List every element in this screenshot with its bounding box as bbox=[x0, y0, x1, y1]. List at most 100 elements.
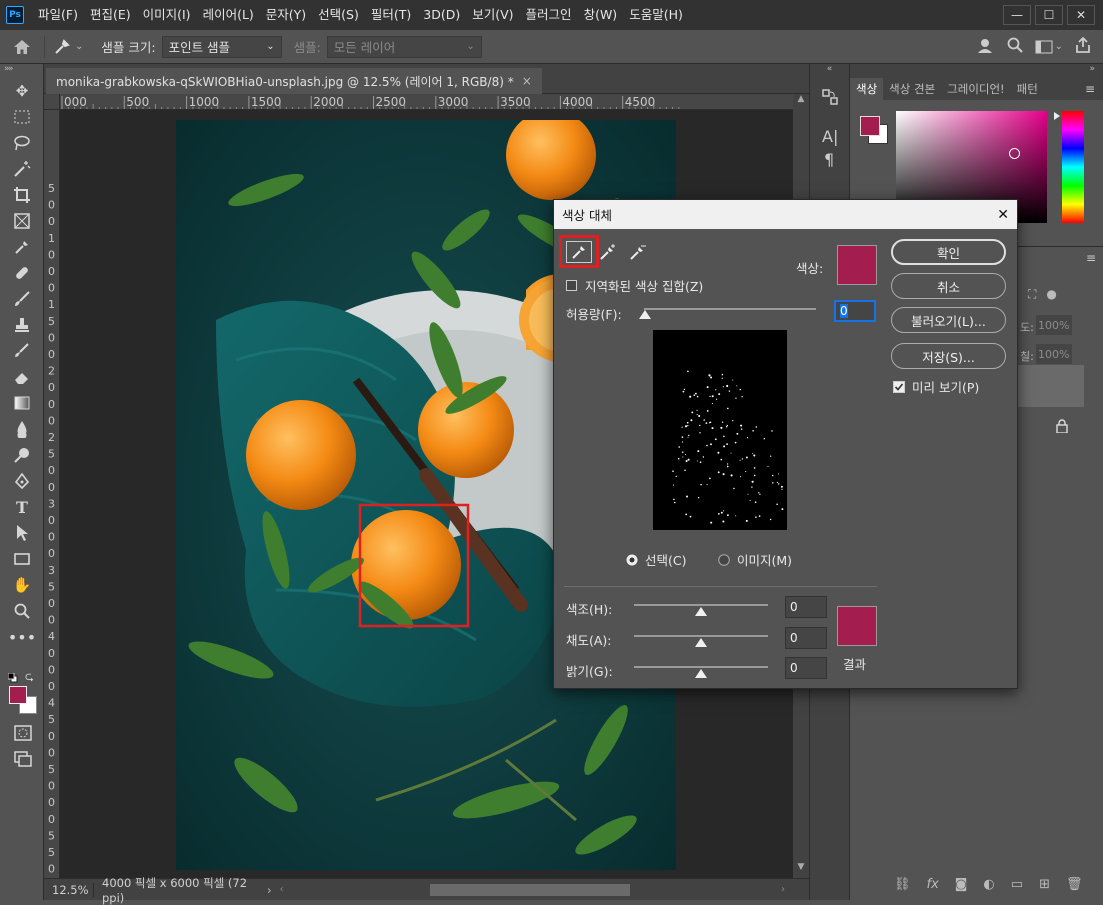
preview-checkbox[interactable]: 미리 보기(P) bbox=[893, 377, 979, 396]
scroll-up-icon[interactable]: ▲ bbox=[793, 94, 809, 110]
crop-tool-icon[interactable] bbox=[0, 182, 44, 208]
type-tool-icon[interactable]: T bbox=[0, 494, 44, 520]
rectangle-tool-icon[interactable] bbox=[0, 546, 44, 572]
menu-file[interactable]: 파일(F) bbox=[32, 0, 84, 30]
result-color-swatch[interactable] bbox=[837, 606, 877, 646]
eyedropper-minus-button[interactable] bbox=[629, 243, 649, 264]
menu-filter[interactable]: 필터(T) bbox=[365, 0, 417, 30]
hand-tool-icon[interactable]: ✋ bbox=[0, 572, 44, 598]
layer-filter-icons[interactable]: ⛶ ● bbox=[1028, 287, 1057, 302]
sample-color-swatch[interactable] bbox=[837, 245, 877, 285]
menu-type[interactable]: 문자(Y) bbox=[260, 0, 312, 30]
more-tools-icon[interactable]: ••• bbox=[0, 624, 44, 650]
paragraph-panel-icon[interactable]: ¶ bbox=[824, 150, 849, 169]
fuzziness-slider-thumb[interactable] bbox=[639, 310, 651, 319]
lasso-tool-icon[interactable] bbox=[0, 130, 44, 156]
scroll-down-icon[interactable]: ▼ bbox=[793, 862, 809, 878]
share-icon[interactable] bbox=[1075, 36, 1091, 56]
history-panel-icon[interactable] bbox=[821, 88, 849, 109]
close-tab-icon[interactable]: × bbox=[522, 74, 532, 88]
tab-patterns[interactable]: 패턴 bbox=[1011, 78, 1044, 100]
menu-help[interactable]: 도움말(H) bbox=[623, 0, 689, 30]
collapse-panel-icon[interactable]: » bbox=[850, 64, 1103, 78]
user-icon[interactable] bbox=[977, 36, 995, 57]
scroll-right-icon[interactable]: › bbox=[781, 884, 809, 895]
foreground-color-swatch[interactable] bbox=[9, 686, 27, 704]
hue-strip[interactable] bbox=[1062, 111, 1084, 223]
cancel-button[interactable]: 취소 bbox=[891, 273, 1006, 299]
hue-slider-track[interactable] bbox=[634, 604, 768, 606]
dialog-title-bar[interactable]: 색상 대체 ✕ bbox=[554, 200, 1017, 229]
home-icon[interactable] bbox=[0, 39, 44, 55]
fuzziness-input[interactable]: 0 bbox=[834, 300, 876, 322]
eyedropper-plus-button[interactable] bbox=[599, 243, 619, 264]
collapse-panel-icon[interactable]: » bbox=[4, 64, 10, 74]
move-tool-icon[interactable]: ✥ bbox=[0, 78, 44, 104]
layer-opacity-field[interactable]: 100% bbox=[1036, 315, 1072, 335]
localized-clusters-checkbox[interactable]: 지역화된 색상 집합(Z) bbox=[566, 276, 703, 295]
delete-layer-icon[interactable]: 🗑 bbox=[1066, 877, 1083, 892]
frame-tool-icon[interactable] bbox=[0, 208, 44, 234]
menu-3d[interactable]: 3D(D) bbox=[417, 0, 466, 30]
ok-button[interactable]: 확인 bbox=[891, 239, 1006, 265]
workspace-icon[interactable]: ⌄ bbox=[1035, 40, 1063, 54]
default-colors-icon[interactable] bbox=[7, 672, 18, 683]
saturation-slider-track[interactable] bbox=[634, 635, 768, 637]
color-picker-fg-swatch[interactable] bbox=[860, 116, 880, 136]
path-selection-tool-icon[interactable] bbox=[0, 520, 44, 546]
eyedropper-button[interactable] bbox=[559, 235, 599, 268]
dialog-close-icon[interactable]: ✕ bbox=[997, 207, 1009, 223]
layer-mask-icon[interactable]: ◙ bbox=[955, 877, 968, 892]
scroll-left-icon[interactable]: ‹ bbox=[280, 884, 284, 895]
maximize-button[interactable]: ☐ bbox=[1035, 5, 1063, 25]
hue-slider-thumb[interactable] bbox=[1054, 112, 1060, 120]
menu-select[interactable]: 선택(S) bbox=[312, 0, 365, 30]
tab-color[interactable]: 색상 bbox=[850, 78, 884, 100]
sample-size-select[interactable]: 포인트 샘플 ⌄ bbox=[161, 35, 282, 58]
horizontal-scrollbar[interactable] bbox=[290, 883, 775, 896]
zoom-level[interactable]: 12.5% bbox=[44, 882, 94, 897]
eraser-tool-icon[interactable] bbox=[0, 364, 44, 390]
saturation-input[interactable]: 0 bbox=[785, 627, 827, 649]
character-panel-icon[interactable]: A| bbox=[822, 127, 849, 146]
radio-image[interactable]: 이미지(M) bbox=[718, 550, 792, 569]
menu-edit[interactable]: 편집(E) bbox=[84, 0, 137, 30]
collapse-panel-icon[interactable]: « bbox=[810, 64, 849, 78]
fuzziness-slider-track[interactable] bbox=[644, 308, 816, 310]
zoom-tool-icon[interactable] bbox=[0, 598, 44, 624]
pen-tool-icon[interactable] bbox=[0, 468, 44, 494]
eyedropper-tool-icon[interactable] bbox=[0, 234, 44, 260]
swap-colors-icon[interactable]: ⮎ bbox=[25, 668, 34, 687]
lightness-input[interactable]: 0 bbox=[785, 657, 827, 679]
horizontal-scroll-thumb[interactable] bbox=[429, 883, 630, 896]
menu-view[interactable]: 보기(V) bbox=[466, 0, 519, 30]
adjustment-layer-icon[interactable]: ◐ bbox=[983, 877, 994, 892]
dodge-tool-icon[interactable] bbox=[0, 442, 44, 468]
quick-mask-icon[interactable] bbox=[14, 725, 32, 744]
minimize-button[interactable]: — bbox=[1003, 5, 1031, 25]
layer-style-icon[interactable]: fx bbox=[927, 877, 939, 892]
toggle-filter-icon[interactable]: ● bbox=[1046, 287, 1056, 302]
panel-menu-icon[interactable]: ≡ bbox=[1085, 82, 1103, 96]
history-brush-tool-icon[interactable] bbox=[0, 338, 44, 364]
new-group-icon[interactable]: ▭ bbox=[1011, 877, 1023, 892]
menu-plugins[interactable]: 플러그인 bbox=[520, 0, 578, 30]
panel-menu-icon[interactable]: ≡ bbox=[1086, 251, 1096, 265]
close-window-button[interactable]: ✕ bbox=[1067, 5, 1095, 25]
menu-image[interactable]: 이미지(I) bbox=[137, 0, 197, 30]
layer-fill-field[interactable]: 100% bbox=[1036, 344, 1072, 364]
radio-selection[interactable]: 선택(C) bbox=[626, 550, 686, 569]
clone-stamp-tool-icon[interactable] bbox=[0, 312, 44, 338]
screen-mode-icon[interactable] bbox=[14, 751, 32, 770]
eyedropper-tool-preset-icon[interactable]: ⌄ bbox=[53, 38, 83, 56]
status-menu-arrow[interactable]: › bbox=[259, 883, 280, 897]
document-tab[interactable]: monika-grabkowska-qSkWIOBHia0-unsplash.j… bbox=[46, 68, 542, 94]
blur-tool-icon[interactable] bbox=[0, 416, 44, 442]
healing-brush-tool-icon[interactable] bbox=[0, 260, 44, 286]
search-icon[interactable] bbox=[1007, 37, 1023, 56]
tab-swatches[interactable]: 색상 견본 bbox=[883, 78, 941, 100]
hue-slider-thumb[interactable] bbox=[695, 607, 707, 616]
lightness-slider-thumb[interactable] bbox=[695, 669, 707, 678]
magic-wand-tool-icon[interactable] bbox=[0, 156, 44, 182]
menu-layer[interactable]: 레이어(L) bbox=[197, 0, 260, 30]
